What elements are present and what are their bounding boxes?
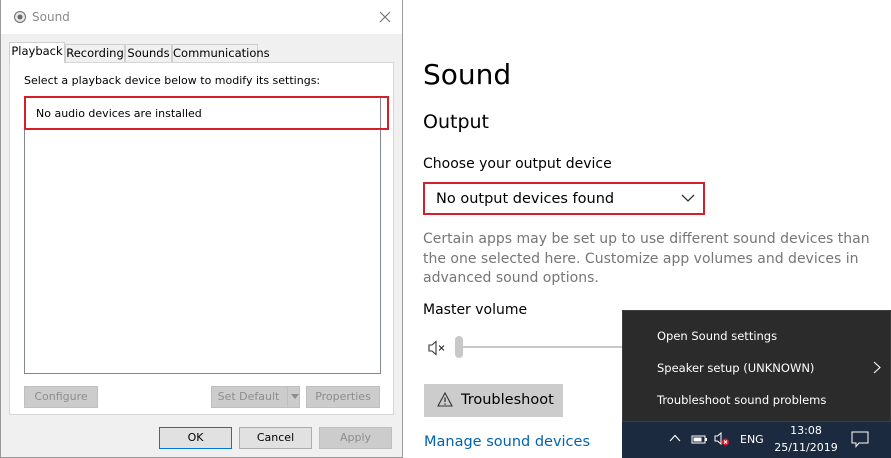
tab-playback[interactable]: Playback (9, 42, 65, 63)
device-list[interactable] (24, 96, 381, 374)
volume-muted-icon[interactable] (714, 431, 730, 447)
playback-instruction: Select a playback device below to modify… (24, 74, 321, 87)
taskbar: ENG 13:08 25/11/2019 (622, 422, 891, 458)
configure-button[interactable]: Configure (24, 386, 98, 408)
chevron-right-icon (873, 361, 881, 374)
language-indicator[interactable]: ENG (740, 433, 764, 446)
tab-communications[interactable]: Communications (172, 44, 270, 62)
speaker-icon (14, 11, 26, 23)
menu-item-troubleshoot-sound[interactable]: Troubleshoot sound problems (657, 393, 826, 407)
troubleshoot-button[interactable]: Troubleshoot (424, 384, 563, 417)
apply-button[interactable]: Apply (319, 427, 392, 449)
close-icon[interactable] (376, 8, 394, 26)
master-volume-track[interactable] (460, 346, 625, 348)
chevron-down-icon (291, 394, 299, 399)
chevron-up-icon[interactable] (669, 434, 681, 442)
clock-date[interactable]: 25/11/2019 (774, 441, 838, 454)
dialog-title: Sound (32, 10, 70, 24)
troubleshoot-label: Troubleshoot (461, 392, 554, 408)
menu-item-open-sound-settings[interactable]: Open Sound settings (657, 329, 777, 343)
no-devices-highlight: No audio devices are installed (24, 96, 389, 130)
master-volume-thumb[interactable] (455, 336, 463, 358)
sound-dialog: Sound Playback Recording Sounds Communic… (0, 0, 403, 458)
set-default-label: Set Default (217, 390, 280, 403)
properties-button[interactable]: Properties (306, 386, 380, 408)
sound-context-menu: Open Sound settings Speaker setup (UNKNO… (622, 310, 891, 422)
choose-output-label: Choose your output device (423, 156, 612, 172)
no-devices-message: No audio devices are installed (36, 107, 202, 120)
manage-sound-devices-link[interactable]: Manage sound devices (424, 434, 590, 450)
page-title: Sound (423, 58, 512, 91)
dialog-titlebar: Sound (1, 0, 402, 34)
mute-icon[interactable] (428, 340, 448, 356)
playback-panel: Select a playback device below to modify… (9, 62, 394, 415)
output-device-dropdown[interactable]: No output devices found (423, 182, 705, 215)
tab-recording[interactable]: Recording (65, 44, 125, 62)
output-note: Certain apps may be set up to use differ… (423, 231, 870, 287)
notification-icon[interactable] (851, 431, 869, 448)
output-device-value: No output devices found (436, 191, 615, 207)
set-default-button[interactable]: Set Default (211, 386, 300, 408)
chevron-down-icon (681, 194, 695, 202)
cancel-button[interactable]: Cancel (239, 427, 312, 449)
master-volume-label: Master volume (423, 302, 528, 318)
warning-icon (437, 392, 453, 407)
menu-item-speaker-setup[interactable]: Speaker setup (UNKNOWN) (657, 361, 814, 375)
battery-icon[interactable] (691, 432, 709, 446)
clock-time[interactable]: 13:08 (774, 424, 838, 437)
output-heading: Output (423, 111, 489, 133)
tab-sounds[interactable]: Sounds (125, 44, 172, 62)
set-default-dropdown[interactable] (287, 387, 301, 407)
ok-button[interactable]: OK (159, 427, 232, 449)
